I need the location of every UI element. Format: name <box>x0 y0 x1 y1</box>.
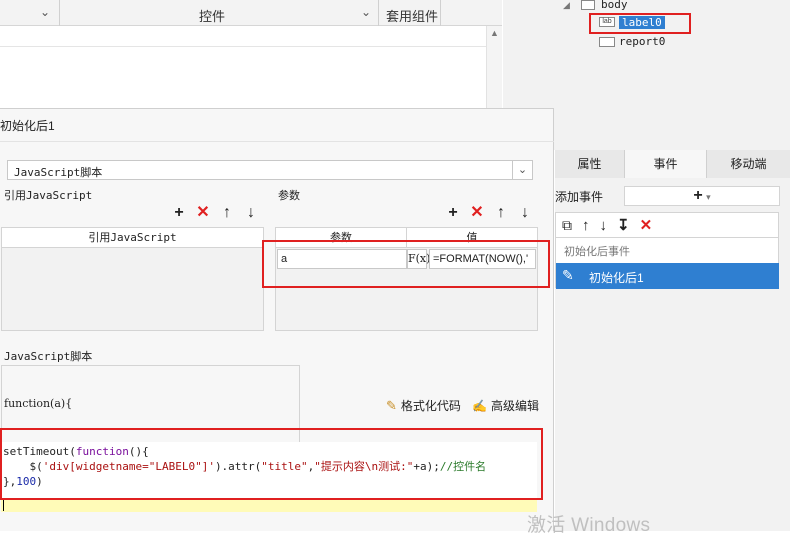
background-row <box>0 27 486 47</box>
windows-activation-watermark: 激活 Windows <box>527 515 651 536</box>
column-label-controls: 控件 <box>199 9 226 24</box>
right-panel: 属性 事件 移动端 添加事件 + ▾ ⧉ ↑ ↓ ↧ ✕ 初始化后事件 ✎ 初始… <box>555 150 790 531</box>
move-down-icon[interactable]: ↓ <box>242 204 260 222</box>
move-down-icon[interactable]: ↓ <box>600 217 608 234</box>
tree-node-report0[interactable]: report0 <box>619 35 665 48</box>
event-item-label: 初始化后1 <box>589 271 644 285</box>
tree-node-body[interactable]: body <box>601 0 628 11</box>
move-up-icon[interactable]: ↑ <box>582 217 590 234</box>
event-toolbar: ⧉ ↑ ↓ ↧ ✕ <box>555 212 779 238</box>
background-header: ⌄ 控件 ⌄ 套用组件 <box>0 0 502 26</box>
ref-js-toolbar: + ✕ ↑ ↓ <box>170 204 260 222</box>
edit-icon: ✍ <box>472 398 487 413</box>
function-signature: function(a){ <box>4 397 73 410</box>
ref-js-column-header: 引用JavaScript <box>2 228 263 248</box>
move-up-icon[interactable]: ↑ <box>218 204 236 222</box>
chevron-down-icon[interactable]: ⌄ <box>40 5 50 19</box>
add-icon[interactable]: + <box>444 204 462 222</box>
highlight-params-row <box>262 240 550 288</box>
broom-icon: ✎ <box>386 397 397 413</box>
body-node-icon <box>581 0 595 10</box>
copy-icon[interactable]: ⧉ <box>562 217 572 234</box>
event-list: 初始化后事件 ✎ 初始化后1 <box>555 238 779 289</box>
params-toolbar: + ✕ ↑ ↓ <box>444 204 534 222</box>
event-item-selected[interactable]: ✎ 初始化后1 <box>556 263 779 289</box>
add-icon[interactable]: + <box>170 204 188 222</box>
tab-events[interactable]: 事件 <box>625 150 707 178</box>
move-down-icon[interactable]: ↓ <box>516 204 534 222</box>
label-widget-icon: lab <box>599 17 615 27</box>
ref-js-table: 引用JavaScript <box>1 227 264 331</box>
advanced-edit-button[interactable]: ✍ 高级编辑 <box>472 397 539 414</box>
highlight-code <box>0 428 543 500</box>
script-type-select[interactable]: JavaScript脚本 ⌄ <box>7 160 533 180</box>
tab-mobile[interactable]: 移动端 <box>707 150 790 178</box>
format-code-label: 格式化代码 <box>400 399 461 413</box>
text-cursor <box>3 499 4 511</box>
scroll-up-icon[interactable]: ▲ <box>490 28 499 38</box>
divider <box>0 141 554 142</box>
background-window: ⌄ 控件 ⌄ 套用组件 ▲ <box>0 0 502 108</box>
column-separator <box>378 0 379 26</box>
tree-node-label0[interactable]: label0 <box>619 16 665 29</box>
move-bottom-icon[interactable]: ↧ <box>617 216 630 234</box>
tab-properties[interactable]: 属性 <box>555 150 625 178</box>
column-separator <box>59 0 60 26</box>
advanced-edit-label: 高级编辑 <box>490 399 539 413</box>
event-edit-dialog: 初始化后1 JavaScript脚本 ⌄ 引用JavaScript + ✕ ↑ … <box>0 108 554 531</box>
report-widget-icon <box>599 37 615 47</box>
dropdown-arrow-icon: ▾ <box>706 192 711 202</box>
event-group-label: 初始化后事件 <box>564 246 630 258</box>
delete-icon[interactable]: ✕ <box>194 204 212 222</box>
current-line-highlight <box>1 499 537 512</box>
move-up-icon[interactable]: ↑ <box>492 204 510 222</box>
pencil-icon: ✎ <box>562 267 574 283</box>
params-section-label: 参数 <box>278 189 300 202</box>
collapse-arrow-icon[interactable]: ◢ <box>563 0 570 11</box>
chevron-down-icon[interactable]: ⌄ <box>361 5 371 19</box>
add-event-dropdown[interactable]: + ▾ <box>624 186 780 206</box>
chevron-down-icon[interactable]: ⌄ <box>512 161 532 179</box>
delete-icon[interactable]: ✕ <box>468 204 486 222</box>
js-script-section-label: JavaScript脚本 <box>4 350 93 363</box>
add-icon: + <box>693 187 703 204</box>
ref-js-section-label: 引用JavaScript <box>4 189 93 202</box>
delete-icon[interactable]: ✕ <box>640 216 653 234</box>
format-code-button[interactable]: ✎ 格式化代码 <box>386 397 461 414</box>
vertical-scrollbar[interactable]: ▲ <box>486 26 502 108</box>
column-label-template: 套用组件 <box>386 9 439 24</box>
dialog-title: 初始化后1 <box>0 119 55 133</box>
column-separator <box>440 0 441 26</box>
add-event-label: 添加事件 <box>555 190 604 204</box>
script-type-value: JavaScript脚本 <box>14 166 103 179</box>
